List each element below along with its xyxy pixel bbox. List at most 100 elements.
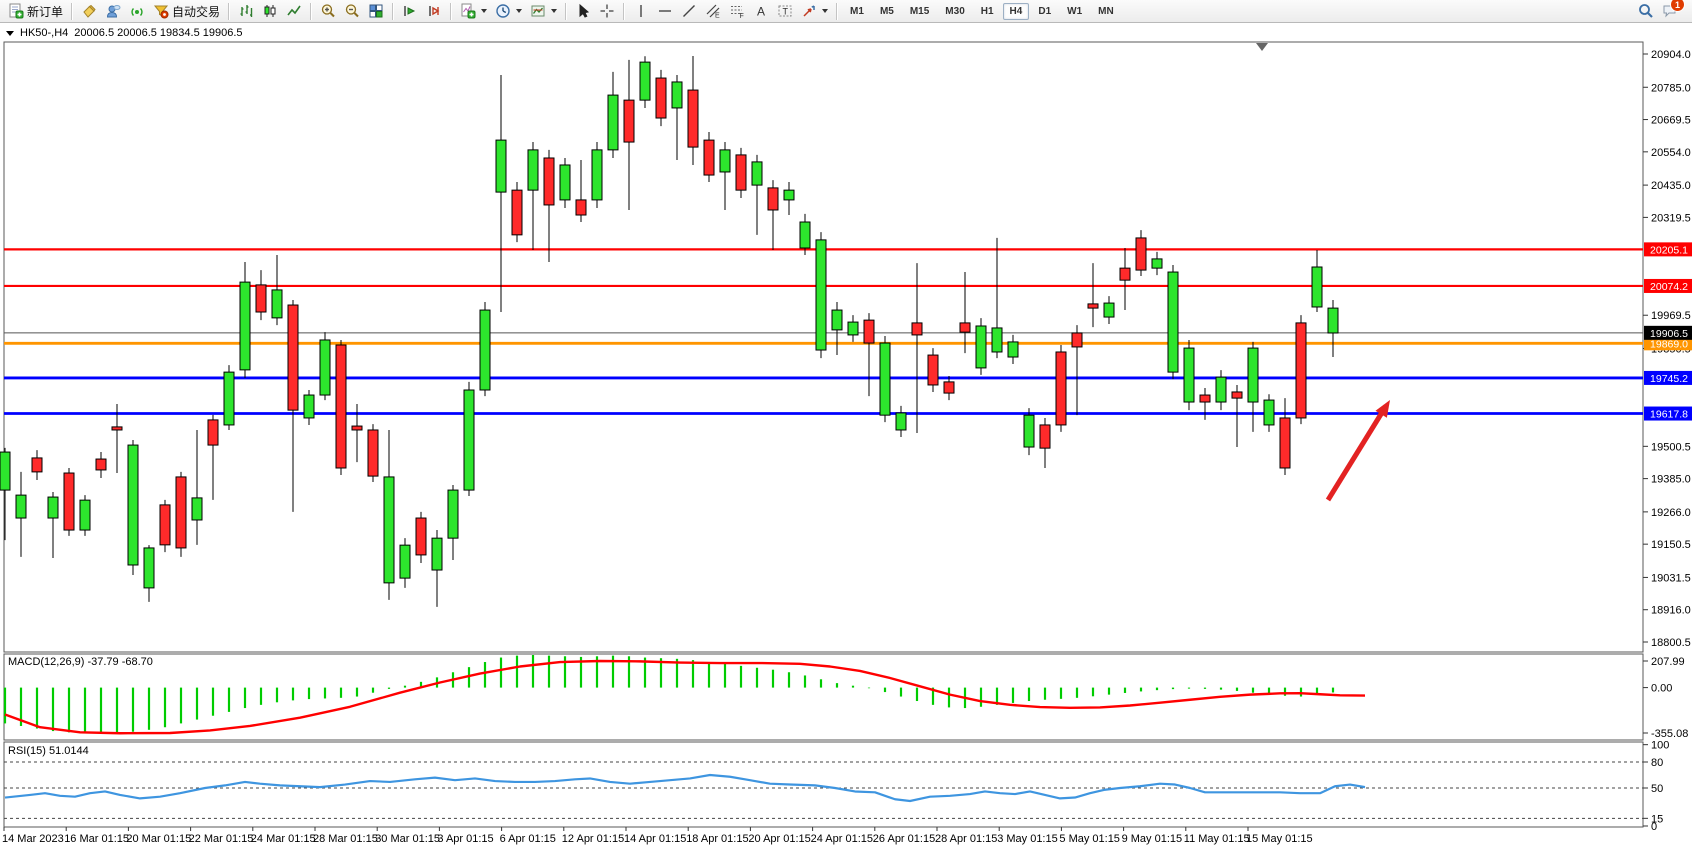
horizontal-line-button[interactable] [653,0,677,22]
price-tick-label: 18916.0 [1651,605,1691,617]
candle-body [1232,392,1242,398]
cursor-button[interactable] [571,0,595,22]
candlestick-button[interactable] [258,0,282,22]
line-chart-button[interactable] [282,0,306,22]
periods-button[interactable] [491,0,526,22]
candle-body [912,323,922,335]
timeframe-mn-button[interactable]: MN [1091,3,1121,20]
candle-body [944,382,954,393]
profile-cloud-icon [105,3,121,19]
candle [880,336,890,422]
timeframe-w1-button[interactable]: W1 [1060,3,1089,20]
toolbar-separator [392,3,394,20]
candle-body [224,372,234,425]
date-label: 6 Apr 01:15 [500,833,556,845]
bucket-button[interactable] [77,0,101,22]
timeframe-m15-button[interactable]: M15 [903,3,936,20]
price-tick-label: 19150.5 [1651,539,1691,551]
vertical-line-button[interactable] [629,0,653,22]
chart-shift-button[interactable] [422,0,446,22]
candle [1056,345,1066,432]
auto-scroll-icon [402,3,418,19]
timeframe-d1-button[interactable]: D1 [1031,3,1058,20]
bar-chart-button[interactable] [234,0,258,22]
candle-body [496,140,506,192]
trendline-button[interactable] [677,0,701,22]
community-button[interactable] [101,0,125,22]
crosshair-icon [599,3,615,19]
candle-body [1120,268,1130,280]
line-chart-icon [286,3,302,19]
auto-trading-button[interactable]: 自动交易 [149,0,224,22]
timeframe-m1-button[interactable]: M1 [843,3,871,20]
date-label: 14 Mar 2023 [2,833,64,845]
tile-windows-button[interactable] [364,0,388,22]
timeframe-h4-button[interactable]: H4 [1003,3,1030,20]
candle-body [960,323,970,332]
signals-button[interactable] [125,0,149,22]
text-button[interactable]: A [749,0,773,22]
search-button[interactable] [1634,0,1658,22]
candle-body [336,345,346,468]
price-tick-label: 18800.5 [1651,637,1691,649]
dropdown-caret-icon [481,9,487,13]
tile-windows-icon [368,3,384,19]
candle [512,182,522,242]
new-order-button[interactable]: 新订单 [4,0,67,22]
fibonacci-icon: F [729,3,745,19]
text-label-button[interactable]: T [773,0,797,22]
candle-body [832,310,842,330]
svg-text:T: T [783,7,789,17]
candle-body [592,150,602,200]
zoom-in-button[interactable] [316,0,340,22]
candle-body [1216,377,1226,402]
templates-button[interactable] [526,0,561,22]
candle-body [1024,415,1034,447]
date-label: 30 Mar 01:15 [375,833,440,845]
notifications-button[interactable]: 1 [1658,0,1682,22]
date-label: 22 Mar 01:15 [189,833,254,845]
candle-body [144,548,154,588]
candle-body [928,355,938,385]
candle-body [1008,342,1018,357]
candle-body [80,500,90,530]
candle-body [784,190,794,200]
candle-body [288,305,298,410]
auto-trading-label: 自动交易 [172,3,220,20]
candle [480,302,490,396]
candle-body [640,62,650,100]
rsi-tick-label: 0 [1651,821,1657,833]
candle-body [128,445,138,565]
crosshair-button[interactable] [595,0,619,22]
main-toolbar: 新订单 自动交易 [0,0,1692,23]
zoom-out-button[interactable] [340,0,364,22]
candle-body [544,158,554,205]
candle-body [400,545,410,578]
candle-body [720,150,730,172]
candle [928,348,938,392]
candle-body [240,282,250,370]
support-line-2-badge-label: 19617.8 [1650,409,1688,421]
candle-body [1056,352,1066,425]
timeframe-m5-button[interactable]: M5 [873,3,901,20]
price-tick-label: 19031.5 [1651,572,1691,584]
arrows-tool-button[interactable] [797,0,832,22]
chart-canvas[interactable]: 20904.020785.020669.520554.020435.020319… [0,24,1692,846]
timeframe-h1-button[interactable]: H1 [974,3,1001,20]
candle-body [576,200,586,215]
macd-tick-label: 207.99 [1651,656,1685,668]
timeframe-m30-button[interactable]: M30 [938,3,971,20]
rsi-label: RSI(15) 51.0144 [8,745,89,757]
indicators-button[interactable] [456,0,491,22]
trendline-icon [681,3,697,19]
candle-body [1184,348,1194,402]
candle [1168,265,1178,379]
candle-body [864,320,874,343]
fibonacci-button[interactable]: F [725,0,749,22]
auto-scroll-button[interactable] [398,0,422,22]
channel-button[interactable]: E [701,0,725,22]
candle-body [272,290,282,318]
price-tick-label: 19969.5 [1651,310,1691,322]
date-axis[interactable]: 14 Mar 202316 Mar 01:1520 Mar 01:1522 Ma… [2,827,1313,845]
candle-body [512,190,522,235]
